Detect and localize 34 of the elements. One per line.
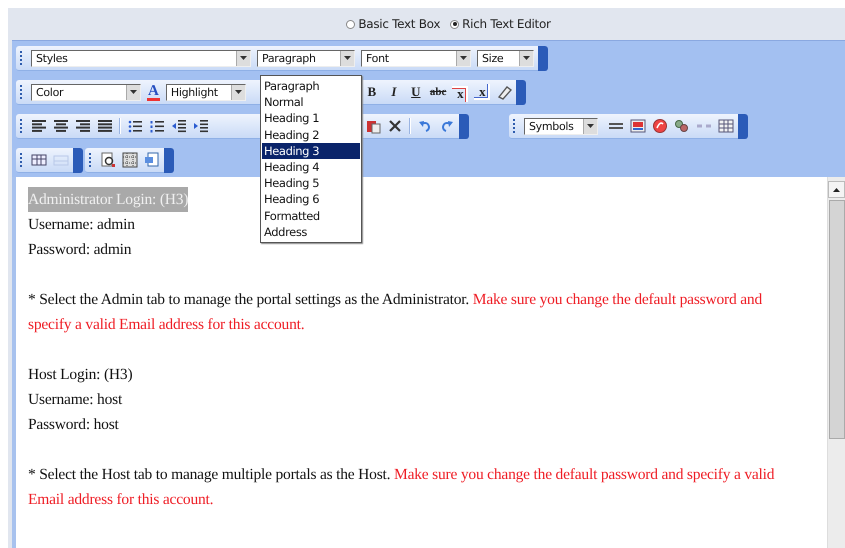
- radio-label[interactable]: Basic Text Box: [358, 17, 440, 31]
- menu-option[interactable]: Heading 5: [262, 175, 360, 192]
- subscript-button[interactable]: x: [474, 84, 490, 100]
- font-dropdown[interactable]: Font: [361, 50, 471, 66]
- menu-option[interactable]: Paragraph: [262, 78, 360, 94]
- menu-option[interactable]: Heading 6: [262, 191, 360, 208]
- underline-button[interactable]: U: [408, 84, 424, 100]
- strike-button[interactable]: abc: [430, 84, 446, 100]
- paragraph: * Select the Host tab to manage multiple portals as the Host. Make sure you change the default password and specify a valid Email address for this account.: [28, 465, 776, 510]
- menu-option[interactable]: Formatted: [262, 208, 360, 224]
- text-line: Password: host: [28, 415, 119, 435]
- highlight-dropdown[interactable]: Highlight: [166, 84, 246, 100]
- menu-option[interactable]: Heading 3: [262, 142, 360, 160]
- menu-option[interactable]: Heading 2: [262, 126, 360, 143]
- text-line: Password: admin: [28, 240, 132, 260]
- styles-dropdown[interactable]: Styles: [31, 50, 251, 66]
- bold-button[interactable]: B: [364, 84, 380, 100]
- menu-option[interactable]: Heading 4: [262, 159, 360, 176]
- paragraph-dropdown[interactable]: Paragraph: [257, 50, 355, 66]
- paragraph: * Select the Admin tab to manage the portal settings as the Administrator. Make sure you change the default password and specify a valid Email address for this account.: [28, 290, 764, 335]
- color-dropdown[interactable]: Color: [31, 84, 141, 100]
- menu-option[interactable]: Normal: [262, 94, 360, 110]
- text-line: Username: admin: [28, 215, 135, 235]
- font-color-button[interactable]: A: [147, 84, 160, 100]
- symbols-dropdown[interactable]: Symbols: [524, 118, 598, 134]
- menu-option[interactable]: Heading 1: [262, 110, 360, 127]
- italic-button[interactable]: I: [386, 84, 402, 100]
- menu-option[interactable]: Address: [262, 224, 360, 240]
- superscript-button[interactable]: x: [452, 82, 468, 102]
- radio-label[interactable]: Rich Text Editor: [462, 17, 551, 31]
- size-dropdown[interactable]: Size: [477, 50, 534, 66]
- selected-text: Administrator Login: (H3): [28, 187, 188, 212]
- text-line: Host Login: (H3): [28, 365, 132, 385]
- text-line: Username: host: [28, 390, 122, 410]
